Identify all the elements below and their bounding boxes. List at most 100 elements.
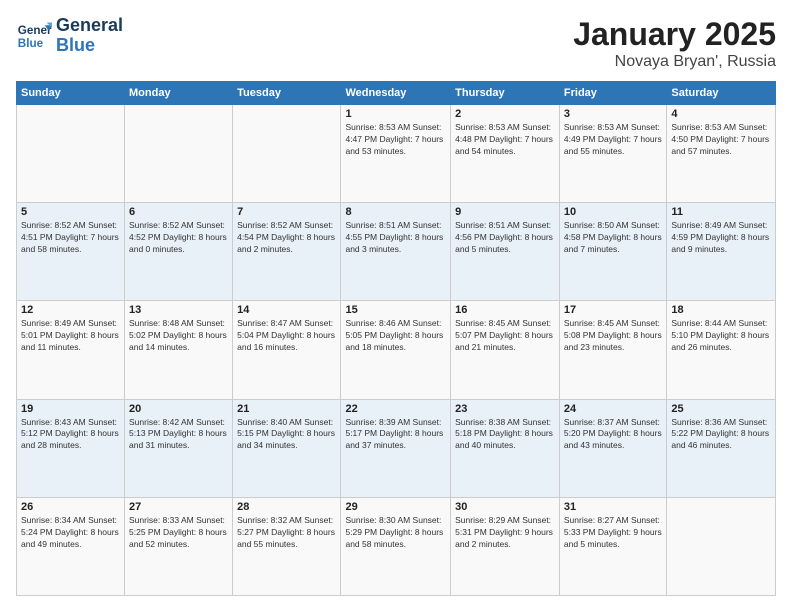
calendar-cell (667, 497, 776, 595)
calendar-cell: 14 Sunrise: 8:47 AM Sunset: 5:04 PM Dayli… (233, 301, 341, 399)
logo-line1: General (56, 15, 123, 35)
day-number: 30 (455, 501, 555, 513)
day-number: 27 (129, 501, 228, 513)
calendar-cell: 4 Sunrise: 8:53 AM Sunset: 4:50 PM Daylig… (667, 105, 776, 203)
day-info: Sunrise: 8:37 AM Sunset: 5:20 PM Dayligh… (564, 417, 662, 453)
calendar-cell: 15Sunrise: 8:46 AM Sunset: 5:05 PM Dayli… (341, 301, 451, 399)
day-number: 23 (455, 403, 555, 415)
day-number: 17 (564, 304, 662, 316)
calendar-cell: 16 Sunrise: 8:45 AM Sunset: 5:07 PM Dayli… (451, 301, 560, 399)
day-number: 31 (564, 501, 662, 513)
day-number: 6 (129, 206, 228, 218)
calendar-cell: 31 Sunrise: 8:27 AM Sunset: 5:33 PM Dayli… (559, 497, 666, 595)
day-number: 9 (455, 206, 555, 218)
calendar-subtitle: Novaya Bryan', Russia (573, 53, 776, 71)
day-info: Sunrise: 8:32 AM Sunset: 5:27 PM Dayligh… (237, 515, 336, 551)
day-number: 13 (129, 304, 228, 316)
day-info: Sunrise: 8:43 AM Sunset: 5:12 PM Dayligh… (21, 417, 120, 453)
day-info: Sunrise: 8:51 AM Sunset: 4:55 PM Dayligh… (345, 220, 446, 256)
logo-line2: Blue (56, 35, 95, 55)
week-row-2: 5Sunrise: 8:52 AM Sunset: 4:51 PM Daylig… (17, 203, 776, 301)
day-number: 8 (345, 206, 446, 218)
day-info: Sunrise: 8:48 AM Sunset: 5:02 PM Dayligh… (129, 318, 228, 354)
calendar-cell: 25Sunrise: 8:36 AM Sunset: 5:22 PM Dayli… (667, 399, 776, 497)
calendar-cell: 8 Sunrise: 8:51 AM Sunset: 4:55 PM Daylig… (341, 203, 451, 301)
logo: General Blue General Blue (16, 16, 123, 56)
calendar-cell: 28 Sunrise: 8:32 AM Sunset: 5:27 PM Dayli… (233, 497, 341, 595)
day-number: 4 (671, 108, 771, 120)
calendar-cell: 20 Sunrise: 8:42 AM Sunset: 5:13 PM Dayli… (125, 399, 233, 497)
day-info: Sunrise: 8:51 AM Sunset: 4:56 PM Dayligh… (455, 220, 555, 256)
day-number: 3 (564, 108, 662, 120)
calendar-cell: 9 Sunrise: 8:51 AM Sunset: 4:56 PM Daylig… (451, 203, 560, 301)
svg-text:Blue: Blue (18, 37, 44, 50)
day-info: Sunrise: 8:47 AM Sunset: 5:04 PM Dayligh… (237, 318, 336, 354)
day-number: 19 (21, 403, 120, 415)
day-number: 2 (455, 108, 555, 120)
day-number: 25 (671, 403, 771, 415)
calendar-cell: 29Sunrise: 8:30 AM Sunset: 5:29 PM Dayli… (341, 497, 451, 595)
header-row: Sunday Monday Tuesday Wednesday Thursday… (17, 82, 776, 105)
week-row-5: 26Sunrise: 8:34 AM Sunset: 5:24 PM Dayli… (17, 497, 776, 595)
day-info: Sunrise: 8:52 AM Sunset: 4:51 PM Dayligh… (21, 220, 120, 256)
day-number: 21 (237, 403, 336, 415)
day-info: Sunrise: 8:53 AM Sunset: 4:48 PM Dayligh… (455, 122, 555, 158)
day-info: Sunrise: 8:33 AM Sunset: 5:25 PM Dayligh… (129, 515, 228, 551)
day-number: 28 (237, 501, 336, 513)
calendar-cell: 19 Sunrise: 8:43 AM Sunset: 5:12 PM Dayli… (17, 399, 125, 497)
calendar-cell: 6 Sunrise: 8:52 AM Sunset: 4:52 PM Daylig… (125, 203, 233, 301)
day-number: 29 (345, 501, 446, 513)
day-number: 24 (564, 403, 662, 415)
calendar-cell: 12 Sunrise: 8:49 AM Sunset: 5:01 PM Dayli… (17, 301, 125, 399)
calendar-cell (125, 105, 233, 203)
calendar-cell (17, 105, 125, 203)
day-number: 1 (345, 108, 446, 120)
day-number: 16 (455, 304, 555, 316)
calendar-cell: 11Sunrise: 8:49 AM Sunset: 4:59 PM Dayli… (667, 203, 776, 301)
day-number: 14 (237, 304, 336, 316)
day-number: 22 (345, 403, 446, 415)
day-number: 18 (671, 304, 771, 316)
col-friday: Friday (559, 82, 666, 105)
col-thursday: Thursday (451, 82, 560, 105)
calendar-cell: 10 Sunrise: 8:50 AM Sunset: 4:58 PM Dayli… (559, 203, 666, 301)
day-info: Sunrise: 8:40 AM Sunset: 5:15 PM Dayligh… (237, 417, 336, 453)
col-monday: Monday (125, 82, 233, 105)
col-sunday: Sunday (17, 82, 125, 105)
week-row-4: 19 Sunrise: 8:43 AM Sunset: 5:12 PM Dayli… (17, 399, 776, 497)
calendar-cell: 21 Sunrise: 8:40 AM Sunset: 5:15 PM Dayli… (233, 399, 341, 497)
logo-icon: General Blue (16, 18, 52, 54)
calendar-cell: 18 Sunrise: 8:44 AM Sunset: 5:10 PM Dayli… (667, 301, 776, 399)
day-info: Sunrise: 8:44 AM Sunset: 5:10 PM Dayligh… (671, 318, 771, 354)
day-info: Sunrise: 8:50 AM Sunset: 4:58 PM Dayligh… (564, 220, 662, 256)
header: General Blue General Blue January 2025 N… (16, 16, 776, 71)
calendar-cell: 24 Sunrise: 8:37 AM Sunset: 5:20 PM Dayli… (559, 399, 666, 497)
col-saturday: Saturday (667, 82, 776, 105)
day-info: Sunrise: 8:53 AM Sunset: 4:50 PM Dayligh… (671, 122, 771, 158)
day-info: Sunrise: 8:42 AM Sunset: 5:13 PM Dayligh… (129, 417, 228, 453)
calendar-cell: 2 Sunrise: 8:53 AM Sunset: 4:48 PM Daylig… (451, 105, 560, 203)
calendar-cell: 5Sunrise: 8:52 AM Sunset: 4:51 PM Daylig… (17, 203, 125, 301)
day-number: 11 (671, 206, 771, 218)
calendar-cell: 1Sunrise: 8:53 AM Sunset: 4:47 PM Daylig… (341, 105, 451, 203)
week-row-1: 1Sunrise: 8:53 AM Sunset: 4:47 PM Daylig… (17, 105, 776, 203)
day-info: Sunrise: 8:49 AM Sunset: 5:01 PM Dayligh… (21, 318, 120, 354)
col-wednesday: Wednesday (341, 82, 451, 105)
calendar-cell: 3Sunrise: 8:53 AM Sunset: 4:49 PM Daylig… (559, 105, 666, 203)
calendar-cell: 13 Sunrise: 8:48 AM Sunset: 5:02 PM Dayli… (125, 301, 233, 399)
logo-text: General Blue (56, 16, 123, 56)
day-info: Sunrise: 8:52 AM Sunset: 4:52 PM Dayligh… (129, 220, 228, 256)
calendar-cell (233, 105, 341, 203)
day-number: 12 (21, 304, 120, 316)
day-number: 20 (129, 403, 228, 415)
day-info: Sunrise: 8:38 AM Sunset: 5:18 PM Dayligh… (455, 417, 555, 453)
day-info: Sunrise: 8:27 AM Sunset: 5:33 PM Dayligh… (564, 515, 662, 551)
day-number: 10 (564, 206, 662, 218)
day-info: Sunrise: 8:45 AM Sunset: 5:07 PM Dayligh… (455, 318, 555, 354)
week-row-3: 12 Sunrise: 8:49 AM Sunset: 5:01 PM Dayli… (17, 301, 776, 399)
day-info: Sunrise: 8:46 AM Sunset: 5:05 PM Dayligh… (345, 318, 446, 354)
day-info: Sunrise: 8:39 AM Sunset: 5:17 PM Dayligh… (345, 417, 446, 453)
day-info: Sunrise: 8:52 AM Sunset: 4:54 PM Dayligh… (237, 220, 336, 256)
calendar-title: January 2025 (573, 16, 776, 53)
title-block: January 2025 Novaya Bryan', Russia (573, 16, 776, 71)
